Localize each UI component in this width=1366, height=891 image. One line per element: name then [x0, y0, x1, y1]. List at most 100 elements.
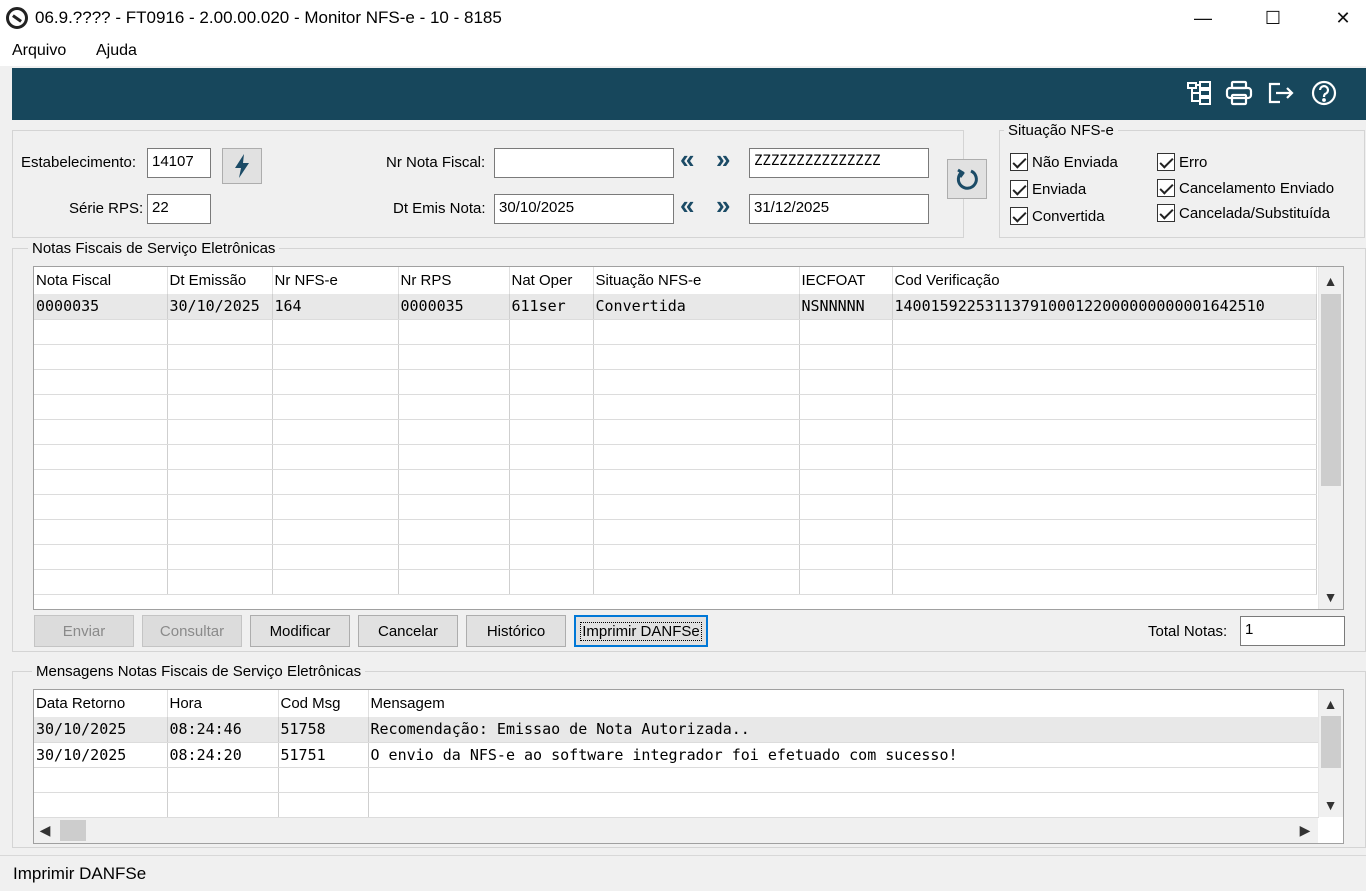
- table-cell: [509, 544, 594, 570]
- scroll-up-icon[interactable]: ▲: [1318, 693, 1343, 715]
- checkbox-convertida[interactable]: Convertida: [1010, 207, 1105, 225]
- mensagens-horizontal-scrollbar[interactable]: [34, 818, 1318, 843]
- checkbox-cancelamento-enviado[interactable]: Cancelamento Enviado: [1157, 179, 1334, 197]
- table-cell: [593, 369, 800, 395]
- table-row[interactable]: [34, 319, 1317, 345]
- table-row[interactable]: [34, 419, 1317, 445]
- scroll-down-icon[interactable]: ▼: [1318, 794, 1343, 816]
- nr-nota-from-input[interactable]: [494, 148, 674, 178]
- column-header[interactable]: IECFOAT: [799, 267, 893, 294]
- printer-icon[interactable]: [1224, 78, 1254, 108]
- column-header[interactable]: Situação NFS-e: [593, 267, 800, 294]
- column-header[interactable]: Nota Fiscal: [34, 267, 168, 294]
- estabelecimento-input[interactable]: 14107: [147, 148, 211, 178]
- dt-emis-from-input[interactable]: 30/10/2025: [494, 194, 674, 224]
- table-row[interactable]: 30/10/2025 08:24:46 51758 Recomendação: Emi…: [34, 717, 1319, 743]
- modificar-button[interactable]: Modificar: [250, 615, 350, 647]
- scroll-down-icon[interactable]: ▼: [1318, 586, 1343, 608]
- checkbox-nao-enviada[interactable]: Não Enviada: [1010, 153, 1118, 171]
- table-cell: 30/10/2025: [167, 294, 273, 320]
- table-cell: [167, 394, 273, 420]
- table-cell: [799, 394, 893, 420]
- dt-emis-label: Dt Emis Nota:: [393, 200, 486, 217]
- scroll-left-icon[interactable]: ◀: [34, 819, 56, 841]
- column-header[interactable]: Cod Msg: [278, 690, 369, 717]
- column-header[interactable]: Data Retorno: [34, 690, 168, 717]
- column-header[interactable]: Cod Verificação: [892, 267, 1317, 294]
- menu-arquivo[interactable]: Arquivo: [12, 42, 66, 60]
- table-row[interactable]: [34, 344, 1317, 370]
- imprimir-danfse-button[interactable]: Imprimir DANFSe: [574, 615, 708, 647]
- tree-structure-icon[interactable]: [1184, 78, 1214, 108]
- nr-nota-fiscal-label: Nr Nota Fiscal:: [386, 154, 486, 171]
- table-row[interactable]: [34, 544, 1317, 570]
- refresh-button[interactable]: [947, 159, 987, 199]
- checkbox-erro[interactable]: Erro: [1157, 153, 1207, 171]
- horizontal-scroll-thumb[interactable]: [60, 820, 86, 841]
- notas-grid[interactable]: Nota Fiscal Dt Emissão Nr NFS-e Nr RPS Nat O…: [33, 266, 1344, 610]
- help-icon[interactable]: [1309, 78, 1339, 108]
- table-row[interactable]: [34, 519, 1317, 545]
- cancelar-button[interactable]: Cancelar: [358, 615, 458, 647]
- exit-icon[interactable]: [1266, 78, 1296, 108]
- nr-nota-to-input[interactable]: ZZZZZZZZZZZZZZZ: [749, 148, 929, 178]
- scroll-thumb[interactable]: [1321, 716, 1341, 768]
- table-cell: [272, 569, 399, 595]
- table-cell: [34, 494, 168, 520]
- table-cell: O envio da NFS-e ao software integrador …: [368, 742, 1319, 768]
- column-header[interactable]: Nr NFS-e: [272, 267, 399, 294]
- column-header[interactable]: Nat Oper: [509, 267, 594, 294]
- checkbox-label: Cancelada/Substituída: [1179, 204, 1330, 222]
- scroll-right-icon[interactable]: ▶: [1294, 819, 1316, 841]
- enviar-button[interactable]: Enviar: [34, 615, 134, 647]
- minimize-button[interactable]: —: [1180, 0, 1226, 36]
- nr-nota-next-icon[interactable]: »: [716, 146, 731, 172]
- table-row[interactable]: [34, 394, 1317, 420]
- table-cell: [167, 792, 279, 818]
- table-row[interactable]: 30/10/2025 08:24:20 51751 O envio da NFS-e …: [34, 742, 1319, 768]
- imprimir-danfse-label: Imprimir DANFSe: [580, 621, 702, 641]
- maximize-button[interactable]: ☐: [1250, 0, 1296, 36]
- table-row[interactable]: [34, 494, 1317, 520]
- table-row[interactable]: [34, 469, 1317, 495]
- close-button[interactable]: ✕: [1320, 0, 1366, 36]
- dt-emis-prev-icon[interactable]: «: [680, 192, 695, 218]
- table-cell: 1400159225311379100012200000000000164251…: [892, 294, 1317, 320]
- table-cell: [593, 494, 800, 520]
- table-row[interactable]: 0000035 30/10/2025 164 0000035 611ser Convert…: [34, 294, 1317, 320]
- total-notas-label: Total Notas:: [1148, 623, 1228, 640]
- table-cell: [34, 344, 168, 370]
- checkbox-label: Enviada: [1032, 180, 1087, 198]
- checkbox-enviada[interactable]: Enviada: [1010, 180, 1086, 198]
- table-row[interactable]: [34, 569, 1317, 595]
- scroll-up-icon[interactable]: ▲: [1318, 270, 1343, 292]
- table-cell: [167, 369, 273, 395]
- table-cell: [892, 469, 1317, 495]
- scroll-thumb[interactable]: [1321, 294, 1341, 486]
- menu-ajuda[interactable]: Ajuda: [96, 42, 137, 60]
- table-cell: [167, 544, 273, 570]
- column-header[interactable]: Hora: [167, 690, 279, 717]
- column-header[interactable]: Nr RPS: [398, 267, 510, 294]
- lightning-icon: [235, 154, 249, 178]
- dt-emis-to-input[interactable]: 31/12/2025: [749, 194, 929, 224]
- serie-rps-input[interactable]: 22: [147, 194, 211, 224]
- historico-button[interactable]: Histórico: [466, 615, 566, 647]
- table-cell: [34, 469, 168, 495]
- column-header[interactable]: Mensagem: [368, 690, 1319, 717]
- table-cell: [892, 419, 1317, 445]
- checkbox-cancelada[interactable]: Cancelada/Substituída: [1157, 204, 1330, 222]
- table-row[interactable]: [34, 369, 1317, 395]
- dt-emis-next-icon[interactable]: »: [716, 192, 731, 218]
- column-header[interactable]: Dt Emissão: [167, 267, 273, 294]
- consultar-button[interactable]: Consultar: [142, 615, 242, 647]
- table-cell: 164: [272, 294, 399, 320]
- table-cell: 51758: [278, 717, 369, 743]
- table-cell: [398, 394, 510, 420]
- table-row[interactable]: [34, 792, 1319, 818]
- table-row[interactable]: [34, 767, 1319, 793]
- lightning-button[interactable]: [222, 148, 262, 184]
- table-cell: [167, 519, 273, 545]
- nr-nota-prev-icon[interactable]: «: [680, 146, 695, 172]
- table-row[interactable]: [34, 444, 1317, 470]
